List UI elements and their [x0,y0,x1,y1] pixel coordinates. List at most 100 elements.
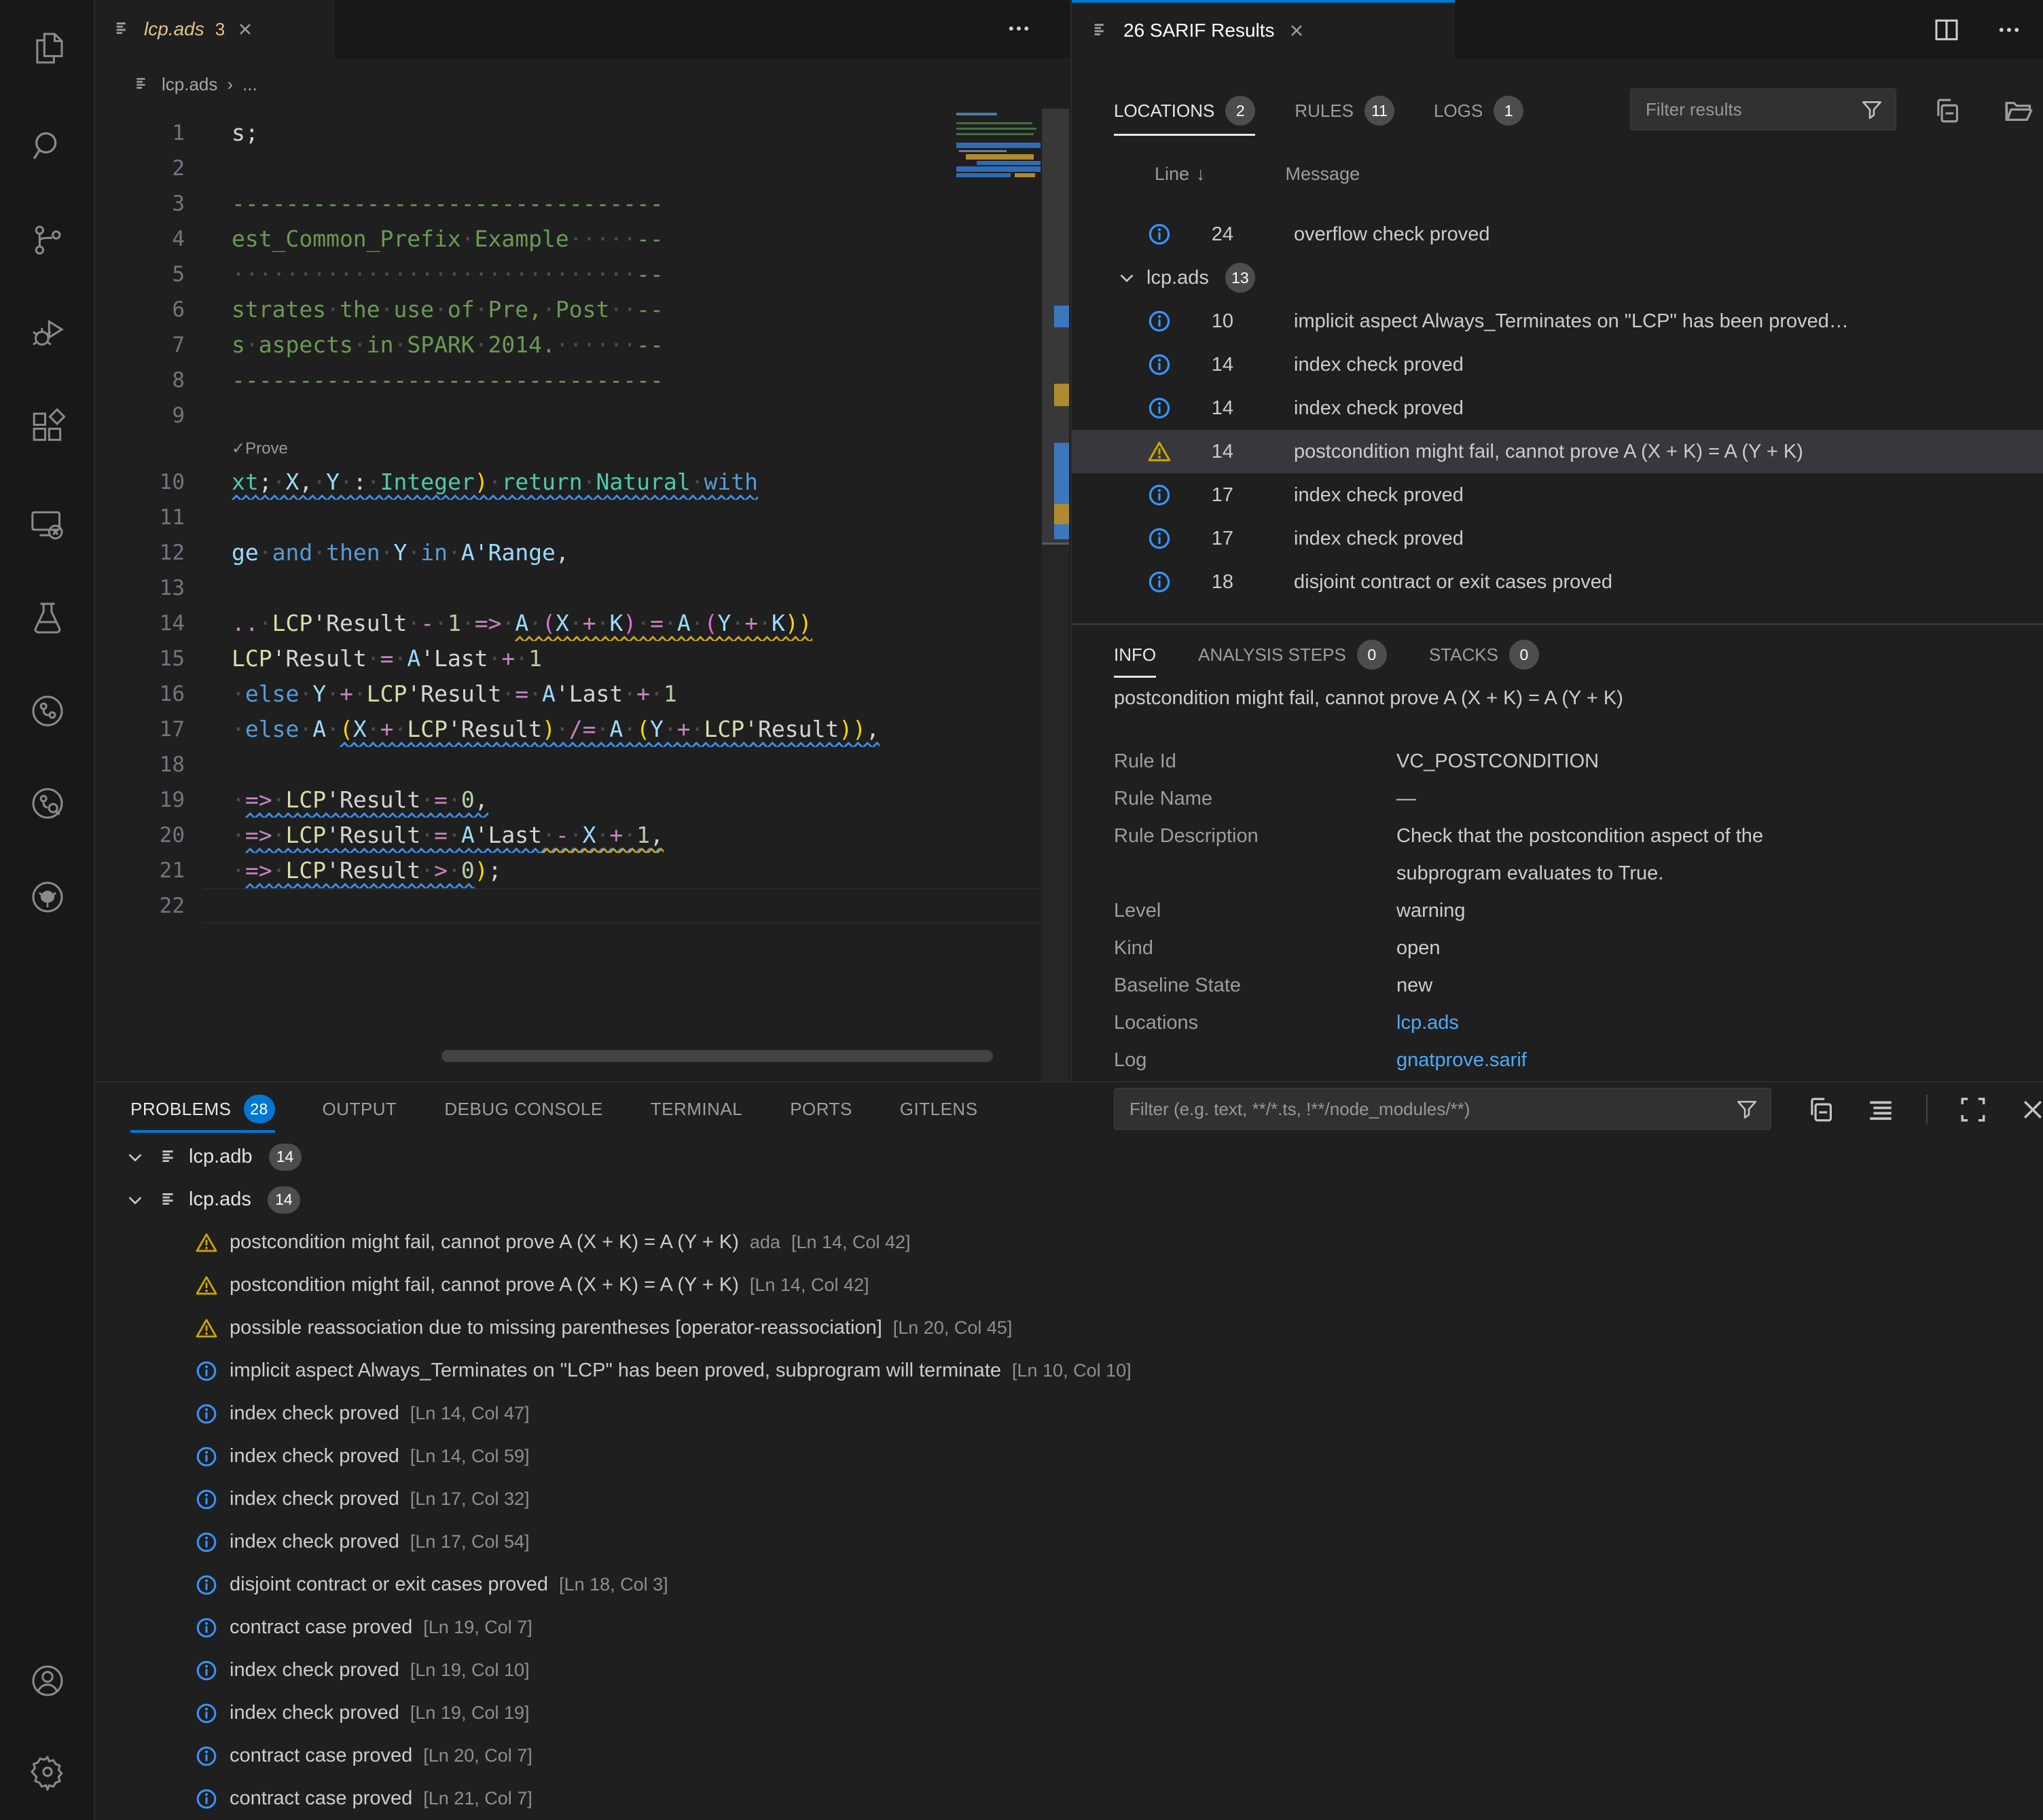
panel-tab-problems[interactable]: PROBLEMS28 [130,1082,275,1135]
breadcrumb[interactable]: lcp.ads › ... [133,67,257,102]
chevron-down-icon[interactable] [125,1190,145,1210]
detail-value[interactable]: lcp.ads [1396,1004,1459,1042]
code-line-11[interactable] [232,500,952,535]
code-line-5[interactable]: ······························-- [232,257,952,292]
code-line-21[interactable]: ·=>·LCP'Result·>·0); [232,853,952,888]
editor-code[interactable]: s;--------------------------------est_Co… [232,115,952,924]
code-line-2[interactable] [232,151,952,186]
vertical-scrollbar[interactable] [1042,109,1069,1082]
source-control-icon[interactable] [29,221,67,259]
sarif-result-row[interactable]: 18disjoint contract or exit cases proved [1072,560,2043,604]
code-line-20[interactable]: ·=>·LCP'Result·=·A'Last·-·X·+·1, [232,818,952,853]
github-icon[interactable] [29,878,67,916]
problem-row[interactable]: postcondition might fail, cannot prove A… [95,1221,2043,1264]
code-line-6[interactable]: strates·the·use·of·Pre,·Post··-- [232,292,952,327]
remote-explorer-icon[interactable] [29,506,67,544]
sarif-detail-tab-stacks[interactable]: STACKS0 [1429,630,1539,679]
code-line-12[interactable]: ge·and·then·Y·in·A'Range, [232,535,952,570]
sarif-detail-tab-info[interactable]: INFO [1114,630,1156,679]
maximize-panel-icon[interactable] [1959,1095,1987,1124]
problems-filter-input[interactable]: Filter (e.g. text, **/*.ts, !**/node_mod… [1114,1088,1771,1130]
problem-row[interactable]: postcondition might fail, cannot prove A… [95,1264,2043,1307]
code-line-7[interactable]: s·aspects·in·SPARK·2014.······-- [232,327,952,363]
code-line-1[interactable]: s; [232,115,952,151]
sarif-result-row[interactable]: 17index check proved [1072,473,2043,517]
minimap[interactable] [956,111,1041,315]
problem-row[interactable]: index check proved[Ln 14, Col 47] [95,1392,2043,1435]
breadcrumb-more[interactable]: ... [242,74,257,95]
sarif-detail-tab-analysis-steps[interactable]: ANALYSIS STEPS0 [1198,630,1387,679]
problem-row[interactable]: implicit aspect Always_Terminates on "LC… [95,1349,2043,1392]
sarif-result-row[interactable]: 14postcondition might fail, cannot prove… [1072,430,2043,473]
chevron-down-icon[interactable] [125,1147,145,1167]
code-line-17[interactable]: ·else·A·(X·+·LCP'Result)·/=·A·(Y·+·LCP'R… [232,712,952,747]
panel-tab-debug-console[interactable]: DEBUG CONSOLE [444,1082,602,1135]
settings-gear-icon[interactable] [29,1753,67,1791]
sarif-result-row[interactable]: 10implicit aspect Always_Terminates on "… [1072,299,2043,343]
code-line-4[interactable]: est_Common_Prefix·Example·····-- [232,221,952,257]
panel-tab-output[interactable]: OUTPUT [323,1082,397,1135]
search-icon[interactable] [29,127,67,165]
close-icon[interactable] [236,20,255,39]
problem-row[interactable]: disjoint contract or exit cases proved[L… [95,1563,2043,1606]
close-icon[interactable] [1287,21,1306,40]
sarif-tab-rules[interactable]: RULES11 [1295,80,1394,141]
testing-icon[interactable] [29,598,67,636]
sarif-result-row[interactable]: 14index check proved [1072,386,2043,430]
code-line-13[interactable] [232,570,952,606]
filter-funnel-icon[interactable] [1860,98,1883,121]
code-line-8[interactable]: -------------------------------- [232,363,952,398]
run-debug-icon[interactable] [29,314,67,352]
editor-actions-more-icon[interactable] [1005,15,1032,42]
problem-row[interactable]: index check proved[Ln 17, Col 54] [95,1521,2043,1563]
problem-row[interactable]: index check proved[Ln 19, Col 10] [95,1649,2043,1692]
column-line[interactable]: Line [1155,164,1189,185]
problem-row[interactable]: contract case proved[Ln 19, Col 7] [95,1606,2043,1649]
explorer-icon[interactable] [29,29,67,67]
chevron-down-icon[interactable] [1117,268,1137,288]
sort-arrow-icon[interactable]: ↓ [1196,164,1206,185]
code-line-15[interactable]: LCP'Result·=·A'Last·+·1 [232,641,952,676]
sarif-open-folder-icon[interactable] [2004,96,2033,126]
code-line-18[interactable] [232,747,952,782]
code-line-3[interactable]: -------------------------------- [232,186,952,221]
problem-row[interactable]: possible reassociation due to missing pa… [95,1307,2043,1349]
tab-sarif-results[interactable]: 26 SARIF Results [1072,0,1455,58]
sarif-result-row[interactable]: 24overflow check proved [1072,213,2043,256]
code-line-16[interactable]: ·else·Y·+·LCP'Result·=·A'Last·+·1 [232,676,952,712]
split-editor-icon[interactable] [1933,16,1960,43]
problem-row[interactable]: index check proved[Ln 19, Col 19] [95,1692,2043,1734]
code-line-10[interactable]: xt;·X,·Y·:·Integer)·return·Natural·with [232,465,952,500]
problem-row[interactable]: index check proved[Ln 14, Col 59] [95,1435,2043,1478]
problems-group-lcp.adb[interactable]: lcp.adb14 [95,1135,2043,1178]
panel-tab-ports[interactable]: PORTS [790,1082,852,1135]
panel-tab-terminal[interactable]: TERMINAL [651,1082,742,1135]
view-as-list-icon[interactable] [1866,1095,1895,1124]
account-icon[interactable] [29,1662,67,1700]
close-panel-icon[interactable] [2019,1095,2043,1124]
horizontal-scrollbar[interactable] [441,1050,993,1062]
panel-tab-gitlens[interactable]: GITLENS [900,1082,978,1135]
gitlens-inspect-icon[interactable] [29,784,67,822]
column-message[interactable]: Message [1286,164,1360,185]
code-line-19[interactable]: ·=>·LCP'Result·=·0, [232,782,952,818]
tab-lcp-ads[interactable]: lcp.ads 3 [95,0,334,58]
sarif-tab-logs[interactable]: LOGS1 [1434,80,1523,141]
problems-group-lcp.ads[interactable]: lcp.ads14 [95,1178,2043,1221]
extensions-icon[interactable] [29,408,67,446]
sarif-group-lcp.ads[interactable]: lcp.ads13 [1072,256,2043,299]
filter-funnel-icon[interactable] [1735,1097,1758,1121]
git-graph-icon[interactable] [29,692,67,730]
problem-row[interactable]: index check proved[Ln 17, Col 32] [95,1478,2043,1521]
detail-value[interactable]: gnatprove.sarif [1396,1042,1527,1079]
sarif-result-row[interactable]: 14index check proved [1072,343,2043,386]
code-line-14[interactable]: ..·LCP'Result·-·1·=>·A·(X·+·K)·=·A·(Y·+·… [232,606,952,641]
breadcrumb-file[interactable]: lcp.ads [162,74,217,95]
problem-row[interactable]: contract case proved[Ln 20, Col 7] [95,1734,2043,1777]
codelens-prove[interactable]: ✓Prove [232,433,952,465]
problem-row[interactable]: contract case proved[Ln 21, Col 7] [95,1777,2043,1820]
sarif-filter-input[interactable]: Filter results [1630,88,1896,130]
sarif-tab-locations[interactable]: LOCATIONS2 [1114,80,1255,141]
code-line-9[interactable] [232,398,952,433]
sarif-result-row[interactable]: 17index check proved [1072,517,2043,560]
